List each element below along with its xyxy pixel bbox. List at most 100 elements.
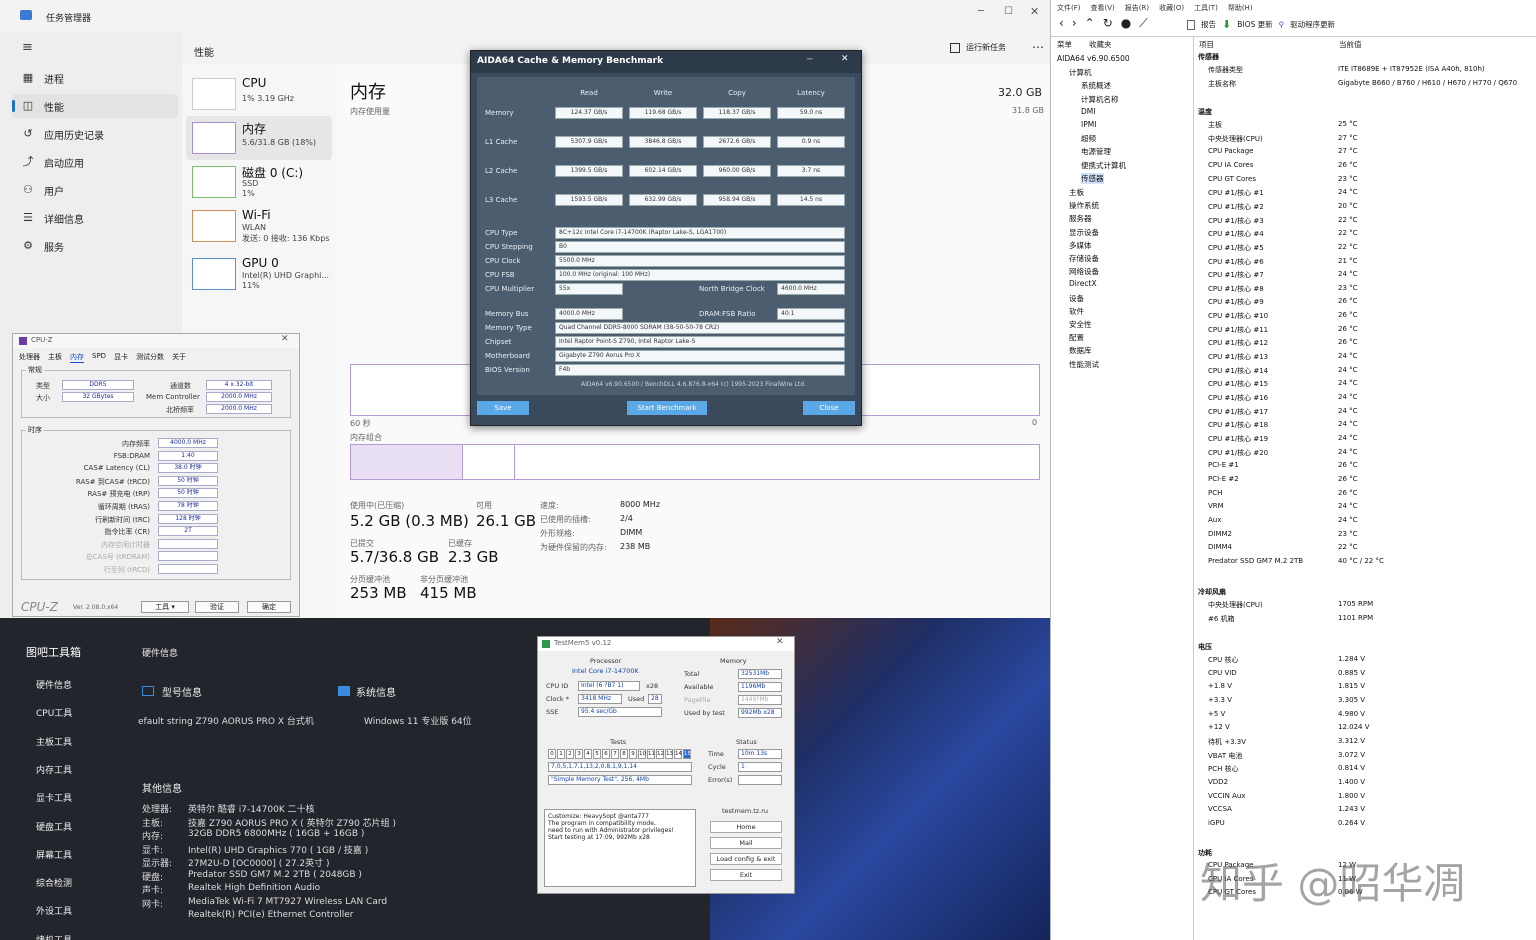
exit-button[interactable]: Exit xyxy=(710,869,782,881)
tree-node[interactable]: 系统概述 xyxy=(1081,80,1111,91)
toolbox-nav-item[interactable]: 内存工具 xyxy=(36,763,72,776)
tree-node[interactable]: 显示设备 xyxy=(1069,227,1099,238)
sensor-label: CPU #1/核心 #5 xyxy=(1208,243,1264,252)
run-task-button[interactable]: 运行新任务 xyxy=(950,42,1006,53)
more-options-icon[interactable]: ⋯ xyxy=(1032,40,1044,54)
tree-node[interactable]: DirectX xyxy=(1069,279,1097,288)
sensor-value: 0.814 V xyxy=(1338,764,1366,773)
tree-node[interactable]: IPMI xyxy=(1081,120,1096,129)
cpuz-tab[interactable]: 关于 xyxy=(172,352,186,363)
perf-item-gpu[interactable]: GPU 0 Intel(R) UHD Graphi... 11% xyxy=(186,252,332,296)
toolbox-nav-item[interactable]: 综合检测 xyxy=(36,876,72,889)
hamburger-menu-icon[interactable]: ≡ xyxy=(22,40,33,55)
tree-node[interactable]: 存储设备 xyxy=(1069,253,1099,264)
sensor-label: PCI-E #1 xyxy=(1208,461,1239,470)
nav-services[interactable]: ⚙ 服务 xyxy=(12,234,178,258)
forward-icon[interactable]: › xyxy=(1072,16,1077,31)
driver-update-button[interactable]: 驱动程序更新 xyxy=(1290,19,1335,30)
perf-item-disk[interactable]: 磁盘 0 (C:) SSD 1% xyxy=(186,160,332,204)
tree-node[interactable]: 安全性 xyxy=(1069,319,1092,330)
windows-icon xyxy=(338,686,350,696)
menu-item[interactable]: 工具(T) xyxy=(1194,3,1218,13)
chart-icon[interactable]: ⟋ xyxy=(1139,16,1147,31)
tree-node[interactable]: 网络设备 xyxy=(1069,266,1099,277)
user-icon[interactable]: ● xyxy=(1121,16,1131,31)
tab-favorites[interactable]: 收藏夹 xyxy=(1089,39,1112,50)
toolbox-nav-item[interactable]: 屏幕工具 xyxy=(36,848,72,861)
tree-node[interactable]: 多媒体 xyxy=(1069,240,1092,251)
tree-node[interactable]: 服务器 xyxy=(1069,213,1092,224)
aida-footer: AIDA64 v6.90.6500 / BenchDLL 4.6.876.8-x… xyxy=(581,381,806,388)
perf-item-memory[interactable]: 内存 5.6/31.8 GB (18%) xyxy=(186,116,332,160)
nav-app-history[interactable]: ↺ 应用历史记录 xyxy=(12,122,178,146)
close-dialog-button[interactable]: Close xyxy=(803,401,855,415)
cpuz-tab[interactable]: 主板 xyxy=(48,352,62,363)
minimize-button[interactable]: ─ xyxy=(978,6,984,17)
nav-details[interactable]: ☰ 详细信息 xyxy=(12,206,178,230)
mail-button[interactable]: Mail xyxy=(710,837,782,849)
tree-node[interactable]: 便携式计算机 xyxy=(1081,160,1126,171)
tree-node[interactable]: 操作系统 xyxy=(1069,200,1099,211)
tree-node[interactable]: 设备 xyxy=(1069,293,1084,304)
nav-startup[interactable]: ⤴ 启动应用 xyxy=(12,150,178,174)
tree-node[interactable]: DMI xyxy=(1081,107,1095,116)
bios-update-button[interactable]: BIOS 更新 xyxy=(1237,19,1272,30)
cpuz-tab[interactable]: 处理器 xyxy=(19,352,40,363)
aida-minimize-button[interactable]: ─ xyxy=(807,55,812,65)
verify-button[interactable]: 验证 xyxy=(195,601,239,613)
menu-item[interactable]: 文件(F) xyxy=(1057,3,1081,13)
report-button[interactable]: 报告 xyxy=(1201,19,1216,30)
perf-item-cpu[interactable]: CPU 1% 3.19 GHz xyxy=(186,72,332,116)
sensor-value: 24 °C xyxy=(1338,447,1358,456)
menu-item[interactable]: 帮助(H) xyxy=(1228,3,1253,13)
tree-node[interactable]: 数据库 xyxy=(1069,345,1092,356)
menu-item[interactable]: 报告(R) xyxy=(1125,3,1149,13)
tab-menu[interactable]: 菜单 xyxy=(1057,39,1072,50)
cpuz-close-button[interactable]: ✕ xyxy=(281,334,289,344)
cpuz-tab[interactable]: 内存 xyxy=(70,352,84,363)
toolbox-nav-item[interactable]: 硬件信息 xyxy=(36,678,72,691)
tree-node[interactable]: 计算机名称 xyxy=(1081,94,1119,105)
tools-dropdown[interactable]: 工具 ▾ xyxy=(141,601,189,613)
nav-performance[interactable]: ◫ 性能 xyxy=(12,94,178,118)
save-button[interactable]: Save xyxy=(477,401,529,415)
tree-node[interactable]: 性能测试 xyxy=(1069,359,1099,370)
menu-item[interactable]: 收藏(O) xyxy=(1159,3,1184,13)
load-config-button[interactable]: Load config & exit xyxy=(710,853,782,865)
menu-item[interactable]: 查看(V) xyxy=(1091,3,1115,13)
toolbox-nav-item[interactable]: 显卡工具 xyxy=(36,791,72,804)
toolbox-nav-item[interactable]: 外设工具 xyxy=(36,904,72,917)
start-benchmark-button[interactable]: Start Benchmark xyxy=(627,401,707,415)
back-icon[interactable]: ‹ xyxy=(1059,16,1064,31)
cpuz-tab[interactable]: SPD xyxy=(92,352,106,363)
home-button[interactable]: Home xyxy=(710,821,782,833)
tree-node[interactable]: 主板 xyxy=(1069,187,1084,198)
cpuz-tab[interactable]: 显卡 xyxy=(114,352,128,363)
tree-node[interactable]: 超频 xyxy=(1081,133,1096,144)
channels-value: 4 x 32-bit xyxy=(206,380,272,390)
cpuz-tab[interactable]: 测试分数 xyxy=(136,352,164,363)
toolbox-nav-item[interactable]: 硬盘工具 xyxy=(36,820,72,833)
refresh-icon[interactable]: ↻ xyxy=(1103,16,1113,31)
testmem-close-button[interactable]: ✕ xyxy=(776,637,784,647)
bench-value: 1399.5 GB/s xyxy=(555,165,623,177)
toolbox-nav-item[interactable]: 主板工具 xyxy=(36,735,72,748)
up-icon[interactable]: ⌃ xyxy=(1085,16,1095,31)
ok-button[interactable]: 确定 xyxy=(247,601,291,613)
nav-processes[interactable]: ▦ 进程 xyxy=(12,66,178,90)
tree-node[interactable]: 传感器 xyxy=(1081,172,1104,184)
usedby-label: Used by test xyxy=(684,709,725,717)
tree-node[interactable]: AIDA64 v6.90.6500 xyxy=(1057,54,1130,63)
maximize-button[interactable]: ☐ xyxy=(1004,6,1013,17)
tree-node[interactable]: 计算机 xyxy=(1069,67,1092,78)
tree-node[interactable]: 配置 xyxy=(1069,332,1084,343)
aida-close-button[interactable]: ✕ xyxy=(841,54,849,64)
hardware-tab[interactable]: 硬件信息 xyxy=(142,646,178,659)
perf-item-wifi[interactable]: Wi-Fi WLAN 发送: 0 接收: 136 Kbps xyxy=(186,204,332,248)
toolbox-nav-item[interactable]: 烤机工具 xyxy=(36,933,72,940)
toolbox-nav-item[interactable]: CPU工具 xyxy=(36,706,72,719)
tree-node[interactable]: 电源管理 xyxy=(1081,146,1111,157)
close-button[interactable]: ✕ xyxy=(1030,5,1039,18)
tree-node[interactable]: 软件 xyxy=(1069,306,1084,317)
nav-users[interactable]: ⚇ 用户 xyxy=(12,178,178,202)
